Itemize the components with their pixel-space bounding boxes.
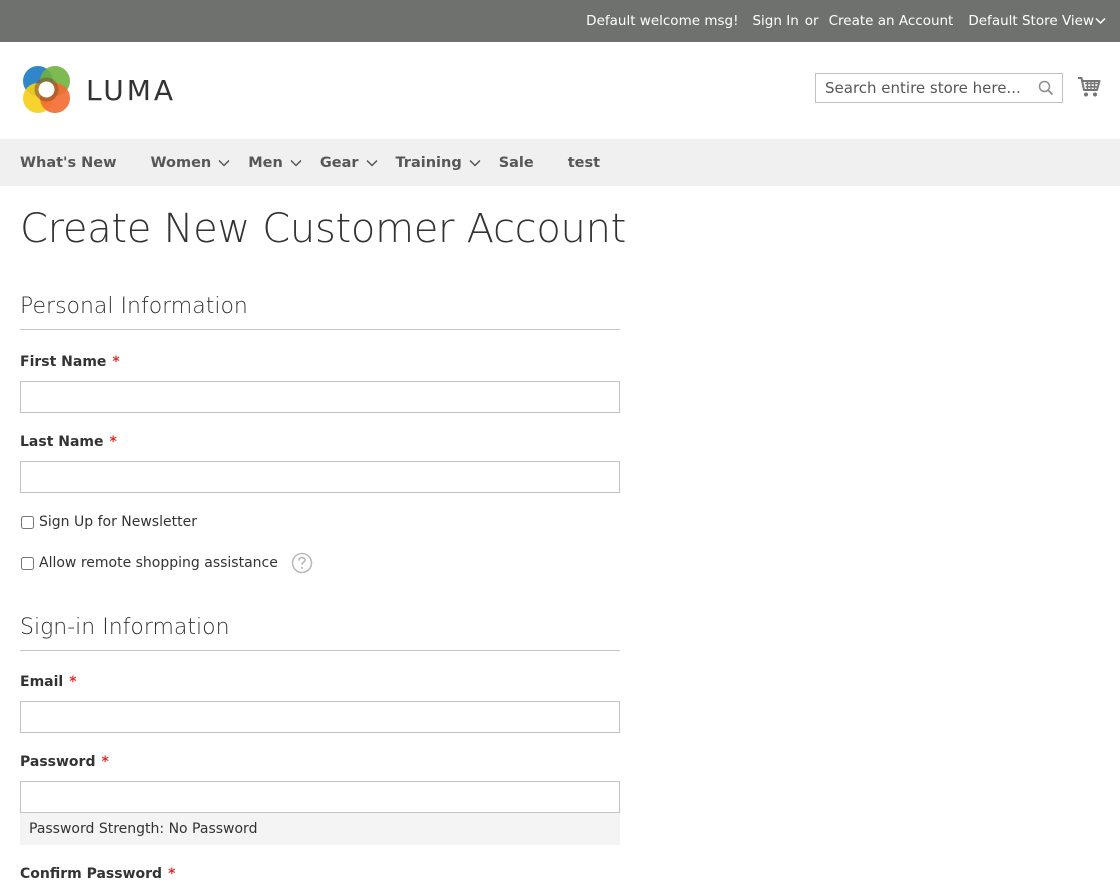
main-navigation: What's New Women Men Gear Training Sale test xyxy=(0,139,1120,186)
chevron-down-icon xyxy=(218,159,230,167)
search-input[interactable] xyxy=(816,74,1036,102)
logo-text: LUMA xyxy=(86,73,177,107)
help-icon[interactable] xyxy=(291,552,313,574)
required-marker: * xyxy=(112,354,120,370)
nav-item-label: test xyxy=(567,154,601,171)
nav-item-label: Men xyxy=(248,154,283,171)
nav-item-label: What's New xyxy=(20,154,117,171)
top-panel: Default welcome msg! Sign In or Create a… xyxy=(0,0,1120,42)
welcome-message: Default welcome msg! xyxy=(586,13,739,29)
header: LUMA xyxy=(0,42,1120,139)
luma-logo-icon xyxy=(23,66,70,113)
chevron-down-icon xyxy=(290,159,302,167)
or-text: or xyxy=(804,13,819,29)
newsletter-label[interactable]: Sign Up for Newsletter xyxy=(39,514,197,530)
remote-assistance-label[interactable]: Allow remote shopping assistance xyxy=(39,555,278,571)
chevron-down-icon xyxy=(469,159,481,167)
nav-item-label: Training xyxy=(395,154,462,171)
password-field[interactable] xyxy=(20,781,620,813)
password-strength-meter: Password Strength: No Password xyxy=(20,813,620,845)
nav-item-label: Women xyxy=(150,154,212,171)
sign-in-link[interactable]: Sign In xyxy=(752,13,798,29)
nav-item-gear[interactable]: Gear xyxy=(320,155,378,171)
create-account-link[interactable]: Create an Account xyxy=(829,13,954,29)
newsletter-checkbox[interactable] xyxy=(21,515,34,529)
last-name-field[interactable] xyxy=(20,461,620,493)
search-box[interactable] xyxy=(815,73,1063,103)
remote-assistance-row[interactable]: Allow remote shopping assistance xyxy=(20,552,313,574)
nav-item-label: Sale xyxy=(498,154,534,171)
logo[interactable]: LUMA xyxy=(20,64,190,116)
top-links: Default welcome msg! Sign In or Create a… xyxy=(586,0,1106,42)
nav-item-label: Gear xyxy=(319,154,359,171)
email-label: Email * xyxy=(20,674,77,690)
first-name-field[interactable] xyxy=(20,381,620,413)
password-label: Password * xyxy=(20,754,109,770)
page-title: Create New Customer Account xyxy=(20,206,627,252)
password-strength-text: Password Strength: No Password xyxy=(29,821,258,837)
store-switcher[interactable]: Default Store View xyxy=(968,13,1106,29)
nav-items: What's New Women Men Gear Training Sale test xyxy=(20,139,634,186)
chevron-down-icon xyxy=(1095,17,1106,25)
signin-info-legend: Sign-in Information xyxy=(20,615,620,651)
nav-item-what-s-new[interactable]: What's New xyxy=(20,155,117,171)
email-label-text: Email xyxy=(20,674,64,690)
required-marker: * xyxy=(69,674,77,690)
first-name-label-text: First Name xyxy=(20,354,107,370)
search-icon[interactable] xyxy=(1038,80,1054,96)
nav-item-men[interactable]: Men xyxy=(248,155,302,171)
nav-item-test[interactable]: test xyxy=(568,155,600,171)
password-label-text: Password xyxy=(20,754,96,770)
nav-item-training[interactable]: Training xyxy=(396,155,481,171)
remote-assistance-checkbox[interactable] xyxy=(21,556,34,570)
last-name-label-text: Last Name xyxy=(20,434,104,450)
chevron-down-icon xyxy=(365,159,378,167)
nav-item-sale[interactable]: Sale xyxy=(499,155,534,171)
personal-info-legend: Personal Information xyxy=(20,294,620,330)
last-name-label: Last Name * xyxy=(20,434,117,450)
store-switcher-label: Default Store View xyxy=(968,13,1094,29)
nav-item-women[interactable]: Women xyxy=(151,155,231,171)
required-marker: * xyxy=(109,434,117,450)
newsletter-row[interactable]: Sign Up for Newsletter xyxy=(20,514,197,530)
email-field[interactable] xyxy=(20,701,620,733)
first-name-label: First Name * xyxy=(20,354,120,370)
cart-icon[interactable] xyxy=(1077,76,1101,98)
required-marker: * xyxy=(101,754,109,770)
